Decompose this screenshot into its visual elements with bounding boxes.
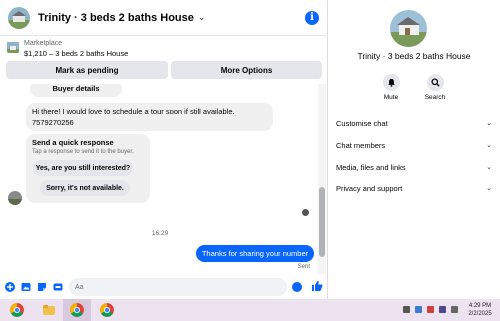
section-label: Media, files and links (336, 162, 406, 172)
section-media-files-links[interactable]: Media, files and links ⌄ (336, 158, 496, 176)
network-icon[interactable] (439, 306, 446, 313)
scroll-thumb[interactable] (319, 187, 325, 257)
gif-icon[interactable] (53, 282, 63, 292)
section-label: Customise chat (336, 118, 388, 128)
message-timestamp: 16:29 (151, 230, 169, 237)
quick-response-card: Send a quick response Tap a response to … (26, 134, 150, 203)
section-label: Chat members (336, 140, 386, 150)
message-list: Buyer details Hi there! I would love to … (0, 84, 328, 274)
marketplace-banner: Marketplace $1,210 – 3 beds 2 baths Hous… (0, 37, 328, 82)
chevron-down-icon: ⌄ (486, 164, 492, 171)
message-scrollbar[interactable] (318, 84, 326, 274)
mute-button[interactable]: Mute (371, 74, 411, 101)
marketplace-label: Marketplace (24, 40, 63, 47)
buyer-details-button[interactable]: Buyer details (30, 84, 122, 97)
quick-response-title: Send a quick response (32, 138, 114, 147)
chat-title[interactable]: Trinity · 3 beds 2 baths House (38, 12, 194, 24)
contact-avatar[interactable] (8, 6, 30, 29)
listing-thumbnail[interactable] (7, 41, 19, 53)
thumbs-up-icon[interactable] (311, 280, 323, 292)
system-clock[interactable]: 4:29 PM 2/2/2025 (463, 302, 497, 318)
chevron-down-icon: ⌄ (486, 142, 492, 149)
sent-status: Sent (297, 264, 310, 270)
clock-date: 2/2/2025 (468, 311, 492, 317)
clock-time: 4:29 PM (468, 303, 492, 309)
chevron-up-icon[interactable] (403, 306, 410, 313)
mark-as-pending-button[interactable]: Mark as pending (6, 61, 168, 79)
file-explorer-icon[interactable] (42, 303, 56, 317)
search-label: Search (424, 94, 446, 101)
more-options-button[interactable]: More Options (171, 61, 322, 79)
quick-response-subtitle: Tap a response to send it to the buyer. (32, 149, 134, 155)
incoming-message: Hi there! I would love to schedule a tou… (26, 103, 273, 131)
chevron-down-icon: ⌄ (486, 185, 492, 192)
chat-pane: Trinity · 3 beds 2 baths House ⌄ i Marke… (0, 0, 328, 299)
sticker-icon[interactable] (37, 282, 47, 292)
volume-icon[interactable] (451, 306, 458, 313)
chat-info-panel: Trinity · 3 beds 2 baths House Mute Sear… (328, 0, 500, 299)
windows-taskbar: 4:29 PM 2/2/2025 (0, 299, 500, 321)
chevron-down-icon: ⌄ (486, 120, 492, 127)
chrome-icon[interactable] (10, 303, 24, 317)
chrome-icon[interactable] (70, 303, 84, 317)
section-chat-members[interactable]: Chat members ⌄ (336, 136, 496, 154)
section-customise-chat[interactable]: Customise chat ⌄ (336, 114, 496, 132)
section-label: Privacy and support (336, 183, 403, 193)
info-icon[interactable]: i (305, 11, 319, 25)
messenger-app: Trinity · 3 beds 2 baths House ⌄ i Marke… (0, 0, 500, 299)
emoji-icon[interactable] (292, 282, 302, 292)
seen-indicator-avatar (302, 209, 309, 216)
bell-icon (387, 78, 395, 87)
quick-reply-still-interested[interactable]: Yes, are you still interested? (33, 160, 133, 176)
panel-avatar (390, 10, 427, 47)
message-input[interactable] (69, 278, 287, 296)
search-button[interactable]: Search (415, 74, 455, 101)
sender-avatar (8, 191, 22, 205)
composer (0, 275, 328, 299)
search-icon (430, 78, 440, 87)
bluetooth-icon[interactable] (415, 306, 422, 313)
section-privacy-support[interactable]: Privacy and support ⌄ (336, 179, 496, 197)
plus-icon[interactable] (5, 282, 15, 292)
panel-title: Trinity · 3 beds 2 baths House (357, 51, 471, 61)
outgoing-message: Thanks for sharing your number (196, 245, 314, 262)
mute-label: Mute (383, 94, 399, 101)
listing-title[interactable]: $1,210 – 3 beds 2 baths House (24, 49, 128, 58)
chevron-down-icon[interactable]: ⌄ (198, 12, 206, 23)
security-icon[interactable] (427, 306, 434, 313)
quick-reply-not-available[interactable]: Sorry, it's not available. (40, 180, 130, 196)
image-icon[interactable] (21, 282, 31, 292)
chrome-icon[interactable] (100, 303, 114, 317)
chat-header: Trinity · 3 beds 2 baths House ⌄ i (0, 0, 328, 36)
